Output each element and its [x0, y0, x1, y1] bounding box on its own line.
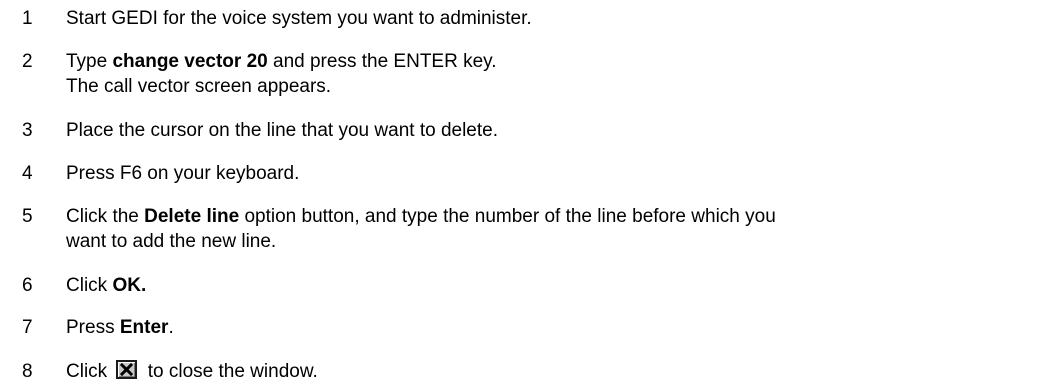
key-label: Enter: [119, 317, 169, 338]
step-text: Type change vector 20 and press the ENTE…: [66, 51, 497, 97]
step-number: 7: [22, 317, 33, 338]
step-text: Click the Delete line option button, and…: [66, 206, 776, 252]
step-number: 2: [22, 51, 33, 72]
step-number: 8: [22, 361, 33, 382]
command-text: change vector 20: [112, 51, 268, 72]
step-text: Click OK.: [66, 275, 147, 296]
step-text: Press F6 on your keyboard.: [66, 163, 300, 184]
step-number: 3: [22, 120, 33, 141]
step-text: Place the cursor on the line that you wa…: [66, 120, 498, 141]
step-number: 1: [22, 8, 33, 29]
step-number: 5: [22, 206, 33, 227]
close-window-icon: [116, 360, 138, 379]
step-number: 4: [22, 163, 33, 184]
button-label: OK.: [112, 275, 147, 296]
step-number: 6: [22, 275, 33, 296]
step-text: Press Enter.: [66, 317, 174, 338]
step-text: Start GEDI for the voice system you want…: [66, 8, 532, 29]
step-result-text: The call vector screen appears.: [66, 76, 332, 97]
option-label: Delete line: [144, 206, 240, 227]
step-text: Click to close the window.: [66, 360, 318, 382]
